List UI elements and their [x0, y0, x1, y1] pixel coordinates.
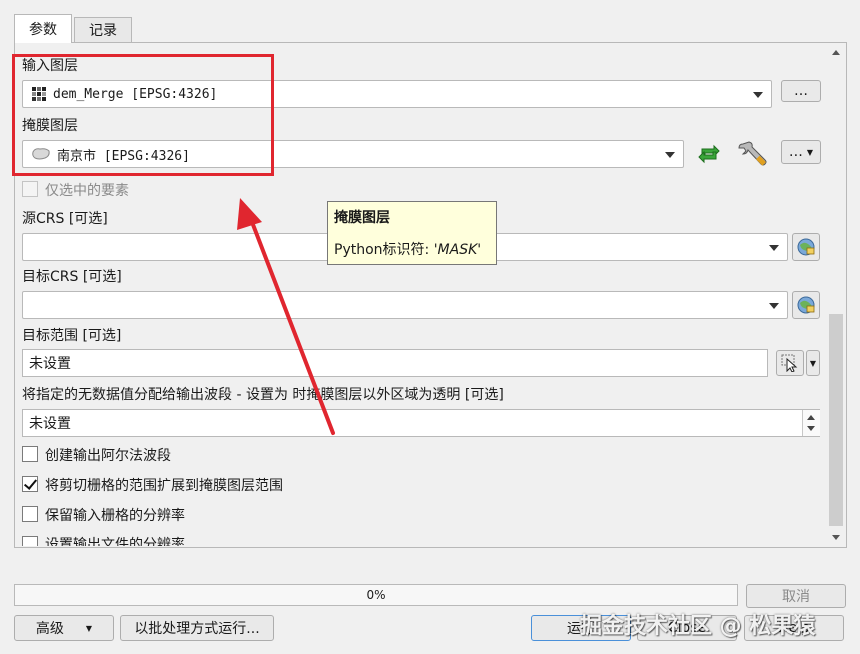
annotation-arrow	[237, 198, 335, 435]
watermark-text: 掘金技术社区 @ 松果猿	[580, 614, 816, 639]
tab-parameters-label: 参数	[29, 22, 57, 38]
processing-dialog: 参数 记录 输入图层 dem_Merge [EPSG:4326] … 掩膜图层	[0, 0, 860, 654]
tab-parameters[interactable]: 参数	[14, 14, 72, 43]
